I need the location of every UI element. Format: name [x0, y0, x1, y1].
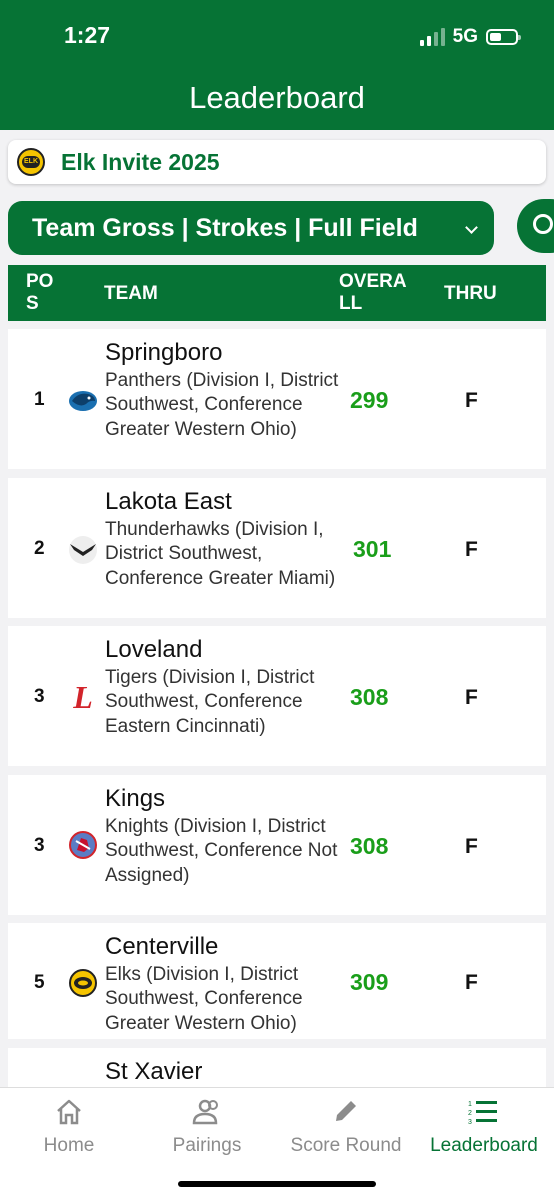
tab-label: Pairings	[172, 1135, 242, 1156]
table-row[interactable]: St Xavier	[8, 1048, 546, 1088]
thru-status: F	[465, 538, 478, 561]
row-position: 5	[34, 972, 45, 993]
table-row[interactable]: 5 Centerville Elks (Division I, District…	[8, 923, 546, 1039]
svg-text:3: 3	[468, 1119, 472, 1126]
hawk-icon	[69, 536, 97, 564]
row-position: 3	[34, 686, 45, 707]
team-name: Loveland	[105, 636, 203, 663]
signal-icon	[419, 28, 445, 46]
team-detail: Panthers (Division I, District Southwest…	[105, 370, 339, 440]
header-overall: OVERALL	[339, 271, 407, 314]
header-pos: POS	[26, 271, 54, 314]
panther-icon	[69, 391, 97, 411]
home-icon	[57, 1099, 81, 1125]
overall-score: 299	[350, 387, 389, 413]
page-title: Leaderboard	[189, 80, 365, 115]
table-row[interactable]: 3 L Loveland Tigers (Division I, Distric…	[8, 626, 546, 766]
row-position: 3	[34, 835, 45, 856]
pencil-icon	[336, 1101, 356, 1121]
filter-label: Team Gross | Strokes | Full Field	[32, 213, 418, 242]
row-position: 2	[34, 538, 45, 559]
team-detail: Tigers (Division I, District Southwest, …	[105, 667, 315, 737]
leaderboard-filter-dropdown[interactable]: Team Gross | Strokes | Full Field	[8, 201, 494, 255]
tab-leaderboard[interactable]: 1 2 3 Leaderboard	[415, 1088, 553, 1178]
thru-status: F	[465, 389, 478, 412]
event-name: Elk Invite 2025	[61, 148, 220, 175]
tab-label: Home	[43, 1135, 95, 1156]
list-icon: 1 2 3	[468, 1101, 497, 1126]
overall-score: 308	[350, 684, 389, 710]
table-header: POS TEAM OVERALL THRU	[8, 265, 546, 321]
letter-l-icon: L	[73, 679, 93, 715]
team-name: Springboro	[105, 339, 223, 366]
svg-text:1: 1	[468, 1101, 472, 1108]
table-row[interactable]: 2 Lakota East Thunderhawks (Division I, …	[8, 478, 546, 618]
tab-home[interactable]: Home	[0, 1088, 138, 1178]
thru-status: F	[465, 835, 478, 858]
team-detail: Knights (Division I, District Southwest,…	[105, 816, 338, 886]
team-detail: Elks (Division I, District Southwest, Co…	[105, 964, 303, 1034]
overall-score: 301	[353, 536, 392, 562]
table-row[interactable]: 3 Kings Knights (Division I, District So…	[8, 775, 546, 915]
header-thru: THRU	[444, 283, 497, 304]
status-icons: 5G	[419, 26, 521, 48]
event-card[interactable]: ELK Elk Invite 2025	[8, 140, 546, 184]
tab-pairings[interactable]: Pairings	[138, 1088, 276, 1178]
team-name: Kings	[105, 785, 166, 812]
search-icon	[533, 214, 553, 234]
overall-score: 309	[350, 969, 389, 995]
overall-score: 308	[350, 833, 389, 859]
tab-score-round[interactable]: Score Round	[277, 1088, 415, 1178]
team-name: Centerville	[105, 933, 219, 960]
table-row[interactable]: 1 Springboro Panthers (Division I, Distr…	[8, 329, 546, 469]
tab-label: Leaderboard	[430, 1135, 538, 1156]
knight-icon	[69, 831, 97, 859]
thru-status: F	[465, 686, 478, 709]
thru-status: F	[465, 971, 478, 994]
elk-icon	[69, 969, 97, 997]
chevron-down-icon	[465, 221, 478, 234]
search-button[interactable]	[517, 199, 554, 253]
team-name: St Xavier	[105, 1058, 203, 1085]
event-logo: ELK	[17, 148, 45, 176]
tab-label: Score Round	[290, 1135, 402, 1156]
team-detail: Thunderhawks (Division I, District South…	[105, 519, 336, 589]
svg-text:2: 2	[468, 1110, 472, 1117]
header-team: TEAM	[104, 283, 158, 304]
people-icon	[192, 1099, 218, 1125]
status-time: 1:27	[64, 22, 111, 48]
battery-icon	[486, 29, 521, 45]
row-position: 1	[34, 389, 45, 410]
app-header: 1:27 5G Leaderboard	[0, 0, 554, 130]
team-name: Lakota East	[105, 488, 232, 515]
network-type: 5G	[452, 26, 478, 47]
home-indicator	[178, 1181, 376, 1187]
